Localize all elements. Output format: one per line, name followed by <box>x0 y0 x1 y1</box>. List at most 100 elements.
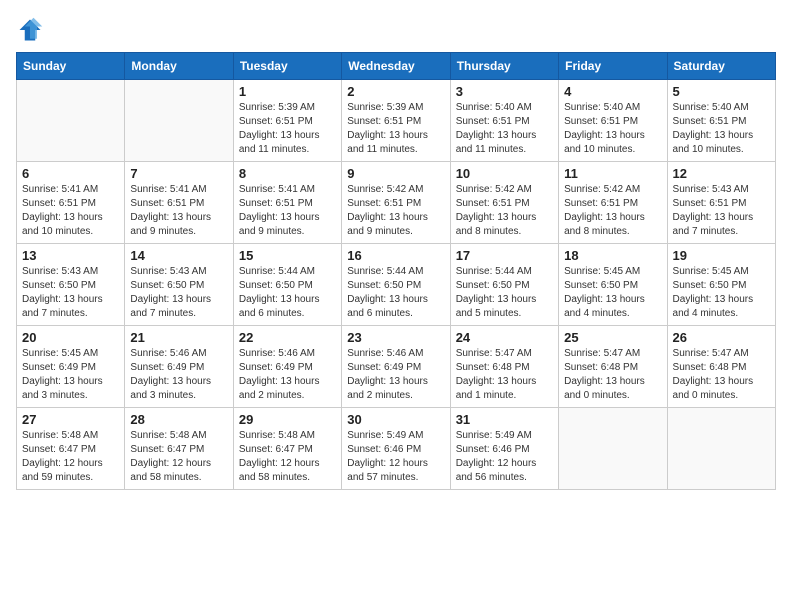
calendar-cell: 24 Sunrise: 5:47 AM Sunset: 6:48 PM Dayli… <box>450 326 558 408</box>
day-number: 28 <box>130 412 227 427</box>
calendar-body: 1 Sunrise: 5:39 AM Sunset: 6:51 PM Daylig… <box>17 80 776 490</box>
weekday-header-saturday: Saturday <box>667 53 775 80</box>
day-info: Sunrise: 5:43 AM Sunset: 6:50 PM Dayligh… <box>130 265 227 321</box>
calendar-cell: 25 Sunrise: 5:47 AM Sunset: 6:48 PM Dayli… <box>559 326 667 408</box>
day-info: Sunrise: 5:44 AM Sunset: 6:50 PM Dayligh… <box>456 265 553 321</box>
calendar-cell: 11 Sunrise: 5:42 AM Sunset: 6:51 PM Dayli… <box>559 162 667 244</box>
calendar-cell: 30 Sunrise: 5:49 AM Sunset: 6:46 PM Dayli… <box>342 408 450 490</box>
day-number: 11 <box>564 166 661 181</box>
day-number: 19 <box>673 248 770 263</box>
calendar-cell <box>559 408 667 490</box>
day-info: Sunrise: 5:44 AM Sunset: 6:50 PM Dayligh… <box>347 265 444 321</box>
weekday-header-wednesday: Wednesday <box>342 53 450 80</box>
day-number: 3 <box>456 84 553 99</box>
day-info: Sunrise: 5:42 AM Sunset: 6:51 PM Dayligh… <box>564 183 661 239</box>
day-info: Sunrise: 5:45 AM Sunset: 6:50 PM Dayligh… <box>673 265 770 321</box>
calendar-cell: 22Sunrise: 5:46 AM Sunset: 6:49 PM Dayli… <box>233 326 341 408</box>
day-number: 17 <box>456 248 553 263</box>
weekday-header-thursday: Thursday <box>450 53 558 80</box>
calendar-cell: 2 Sunrise: 5:39 AM Sunset: 6:51 PM Daylig… <box>342 80 450 162</box>
calendar-cell: 5Sunrise: 5:40 AM Sunset: 6:51 PM Daylig… <box>667 80 775 162</box>
day-number: 7 <box>130 166 227 181</box>
calendar-cell <box>125 80 233 162</box>
day-number: 15 <box>239 248 336 263</box>
day-number: 26 <box>673 330 770 345</box>
day-info: Sunrise: 5:43 AM Sunset: 6:51 PM Dayligh… <box>673 183 770 239</box>
day-info: Sunrise: 5:48 AM Sunset: 6:47 PM Dayligh… <box>22 429 119 485</box>
calendar-cell: 3 Sunrise: 5:40 AM Sunset: 6:51 PM Daylig… <box>450 80 558 162</box>
calendar-cell: 20Sunrise: 5:45 AM Sunset: 6:49 PM Dayli… <box>17 326 125 408</box>
day-number: 9 <box>347 166 444 181</box>
day-info: Sunrise: 5:48 AM Sunset: 6:47 PM Dayligh… <box>130 429 227 485</box>
weekday-header-monday: Monday <box>125 53 233 80</box>
day-number: 16 <box>347 248 444 263</box>
day-number: 29 <box>239 412 336 427</box>
calendar-cell: 1Sunrise: 5:39 AM Sunset: 6:51 PM Daylig… <box>233 80 341 162</box>
day-info: Sunrise: 5:47 AM Sunset: 6:48 PM Dayligh… <box>456 347 553 403</box>
day-number: 6 <box>22 166 119 181</box>
day-info: Sunrise: 5:41 AM Sunset: 6:51 PM Dayligh… <box>22 183 119 239</box>
calendar-week-5: 27 Sunrise: 5:48 AM Sunset: 6:47 PM Dayli… <box>17 408 776 490</box>
calendar-cell: 7 Sunrise: 5:41 AM Sunset: 6:51 PM Daylig… <box>125 162 233 244</box>
calendar-cell: 27 Sunrise: 5:48 AM Sunset: 6:47 PM Dayli… <box>17 408 125 490</box>
calendar-week-4: 20Sunrise: 5:45 AM Sunset: 6:49 PM Dayli… <box>17 326 776 408</box>
calendar-cell: 29Sunrise: 5:48 AM Sunset: 6:47 PM Dayli… <box>233 408 341 490</box>
day-number: 24 <box>456 330 553 345</box>
day-info: Sunrise: 5:47 AM Sunset: 6:48 PM Dayligh… <box>564 347 661 403</box>
day-number: 21 <box>130 330 227 345</box>
weekday-header-friday: Friday <box>559 53 667 80</box>
calendar-week-3: 13Sunrise: 5:43 AM Sunset: 6:50 PM Dayli… <box>17 244 776 326</box>
day-number: 4 <box>564 84 661 99</box>
day-info: Sunrise: 5:41 AM Sunset: 6:51 PM Dayligh… <box>239 183 336 239</box>
day-info: Sunrise: 5:43 AM Sunset: 6:50 PM Dayligh… <box>22 265 119 321</box>
calendar-cell: 23Sunrise: 5:46 AM Sunset: 6:49 PM Dayli… <box>342 326 450 408</box>
calendar-cell: 9 Sunrise: 5:42 AM Sunset: 6:51 PM Daylig… <box>342 162 450 244</box>
day-info: Sunrise: 5:44 AM Sunset: 6:50 PM Dayligh… <box>239 265 336 321</box>
calendar-cell: 21 Sunrise: 5:46 AM Sunset: 6:49 PM Dayli… <box>125 326 233 408</box>
calendar-cell: 19 Sunrise: 5:45 AM Sunset: 6:50 PM Dayli… <box>667 244 775 326</box>
day-number: 31 <box>456 412 553 427</box>
day-number: 8 <box>239 166 336 181</box>
day-info: Sunrise: 5:47 AM Sunset: 6:48 PM Dayligh… <box>673 347 770 403</box>
day-number: 14 <box>130 248 227 263</box>
calendar-week-1: 1 Sunrise: 5:39 AM Sunset: 6:51 PM Daylig… <box>17 80 776 162</box>
day-info: Sunrise: 5:42 AM Sunset: 6:51 PM Dayligh… <box>347 183 444 239</box>
calendar-cell: 26 Sunrise: 5:47 AM Sunset: 6:48 PM Dayli… <box>667 326 775 408</box>
day-info: Sunrise: 5:41 AM Sunset: 6:51 PM Dayligh… <box>130 183 227 239</box>
calendar-cell: 28 Sunrise: 5:48 AM Sunset: 6:47 PM Dayli… <box>125 408 233 490</box>
calendar-table: SundayMondayTuesdayWednesdayThursdayFrid… <box>16 52 776 490</box>
page-header <box>16 16 776 44</box>
calendar-header-row: SundayMondayTuesdayWednesdayThursdayFrid… <box>17 53 776 80</box>
calendar-week-2: 6 Sunrise: 5:41 AM Sunset: 6:51 PM Daylig… <box>17 162 776 244</box>
day-info: Sunrise: 5:46 AM Sunset: 6:49 PM Dayligh… <box>347 347 444 403</box>
calendar-cell: 18 Sunrise: 5:45 AM Sunset: 6:50 PM Dayli… <box>559 244 667 326</box>
calendar-cell <box>17 80 125 162</box>
day-number: 30 <box>347 412 444 427</box>
day-info: Sunrise: 5:45 AM Sunset: 6:50 PM Dayligh… <box>564 265 661 321</box>
day-info: Sunrise: 5:39 AM Sunset: 6:51 PM Dayligh… <box>347 101 444 157</box>
day-number: 12 <box>673 166 770 181</box>
calendar-cell: 13Sunrise: 5:43 AM Sunset: 6:50 PM Dayli… <box>17 244 125 326</box>
calendar-cell: 17 Sunrise: 5:44 AM Sunset: 6:50 PM Dayli… <box>450 244 558 326</box>
calendar-cell: 15 Sunrise: 5:44 AM Sunset: 6:50 PM Dayli… <box>233 244 341 326</box>
day-number: 27 <box>22 412 119 427</box>
day-number: 1 <box>239 84 336 99</box>
day-info: Sunrise: 5:42 AM Sunset: 6:51 PM Dayligh… <box>456 183 553 239</box>
day-info: Sunrise: 5:49 AM Sunset: 6:46 PM Dayligh… <box>347 429 444 485</box>
day-info: Sunrise: 5:40 AM Sunset: 6:51 PM Dayligh… <box>456 101 553 157</box>
calendar-cell: 16 Sunrise: 5:44 AM Sunset: 6:50 PM Dayli… <box>342 244 450 326</box>
day-info: Sunrise: 5:49 AM Sunset: 6:46 PM Dayligh… <box>456 429 553 485</box>
day-number: 18 <box>564 248 661 263</box>
day-number: 25 <box>564 330 661 345</box>
calendar-cell: 10 Sunrise: 5:42 AM Sunset: 6:51 PM Dayli… <box>450 162 558 244</box>
calendar-cell: 12 Sunrise: 5:43 AM Sunset: 6:51 PM Dayli… <box>667 162 775 244</box>
weekday-header-tuesday: Tuesday <box>233 53 341 80</box>
day-number: 2 <box>347 84 444 99</box>
day-number: 10 <box>456 166 553 181</box>
day-info: Sunrise: 5:45 AM Sunset: 6:49 PM Dayligh… <box>22 347 119 403</box>
logo-icon <box>16 16 44 44</box>
calendar-cell: 31 Sunrise: 5:49 AM Sunset: 6:46 PM Dayli… <box>450 408 558 490</box>
day-info: Sunrise: 5:46 AM Sunset: 6:49 PM Dayligh… <box>130 347 227 403</box>
calendar-cell: 8 Sunrise: 5:41 AM Sunset: 6:51 PM Daylig… <box>233 162 341 244</box>
calendar-cell <box>667 408 775 490</box>
